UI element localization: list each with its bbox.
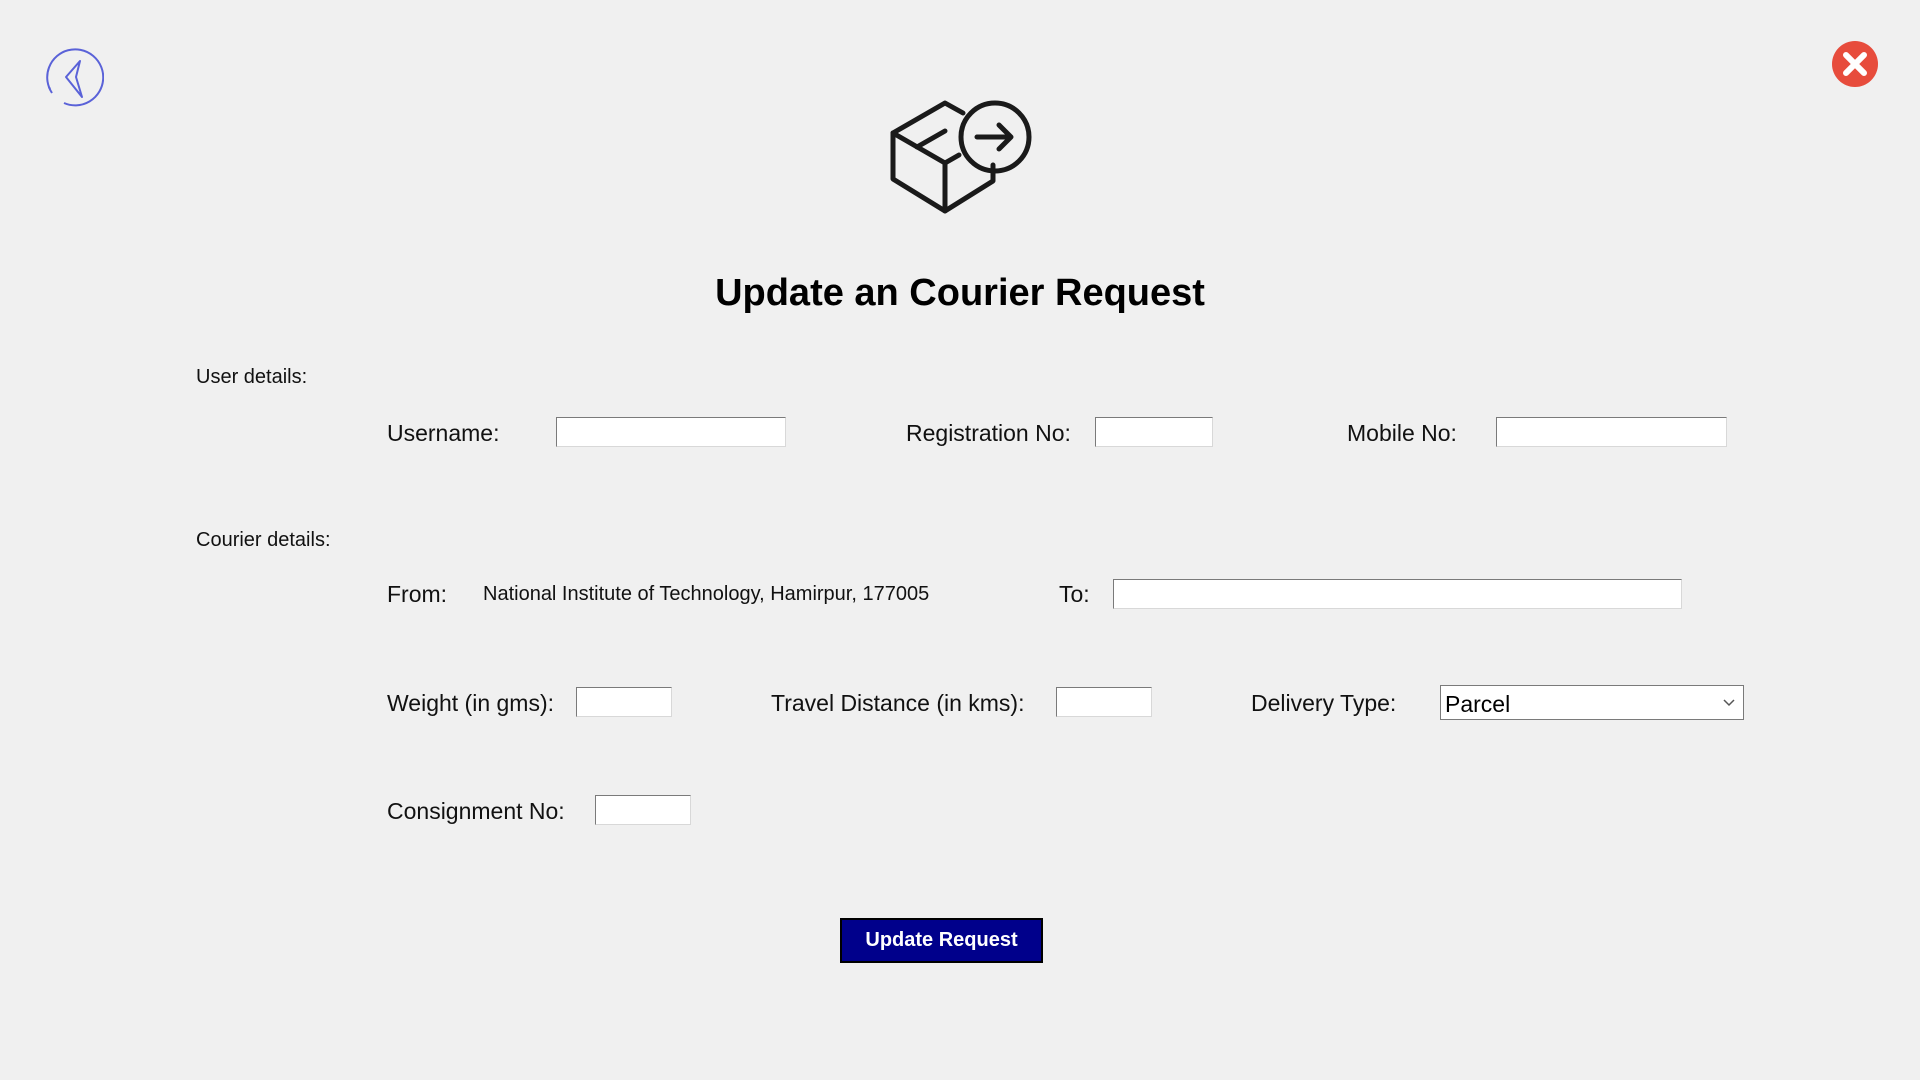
weight-input[interactable] — [576, 687, 672, 717]
weight-label: Weight (in gms): — [387, 690, 555, 716]
update-courier-window: Update an Courier Request User details: … — [0, 0, 1920, 1080]
close-circle-icon — [1832, 41, 1878, 87]
mobile-no-input[interactable] — [1496, 417, 1727, 447]
travel-distance-label: Travel Distance (in kms): — [771, 690, 1025, 716]
back-button[interactable] — [42, 47, 105, 109]
delivery-type-value: Parcel — [1445, 691, 1511, 717]
travel-distance-input[interactable] — [1056, 687, 1152, 717]
from-label: From: — [387, 581, 448, 607]
consignment-no-label: Consignment No: — [387, 798, 565, 824]
delivery-type-select[interactable]: Parcel — [1440, 685, 1744, 720]
back-arrow-circle-icon — [46, 48, 105, 107]
mobile-no-label: Mobile No: — [1347, 420, 1457, 446]
registration-no-input[interactable] — [1095, 417, 1213, 447]
to-address-input[interactable] — [1113, 579, 1682, 609]
update-request-button[interactable]: Update Request — [840, 918, 1043, 963]
chevron-down-icon — [1723, 699, 1735, 707]
package-send-icon — [885, 95, 1035, 230]
username-input[interactable] — [556, 417, 786, 447]
consignment-no-input[interactable] — [595, 795, 691, 825]
close-button[interactable] — [1831, 40, 1879, 88]
courier-details-heading: Courier details: — [196, 529, 331, 551]
from-address-text: National Institute of Technology, Hamirp… — [483, 583, 930, 605]
user-details-heading: User details: — [196, 366, 308, 388]
username-label: Username: — [387, 420, 500, 446]
delivery-type-label: Delivery Type: — [1251, 690, 1397, 716]
to-label: To: — [1059, 581, 1090, 607]
page-title: Update an Courier Request — [715, 272, 1205, 314]
registration-no-label: Registration No: — [906, 420, 1071, 446]
